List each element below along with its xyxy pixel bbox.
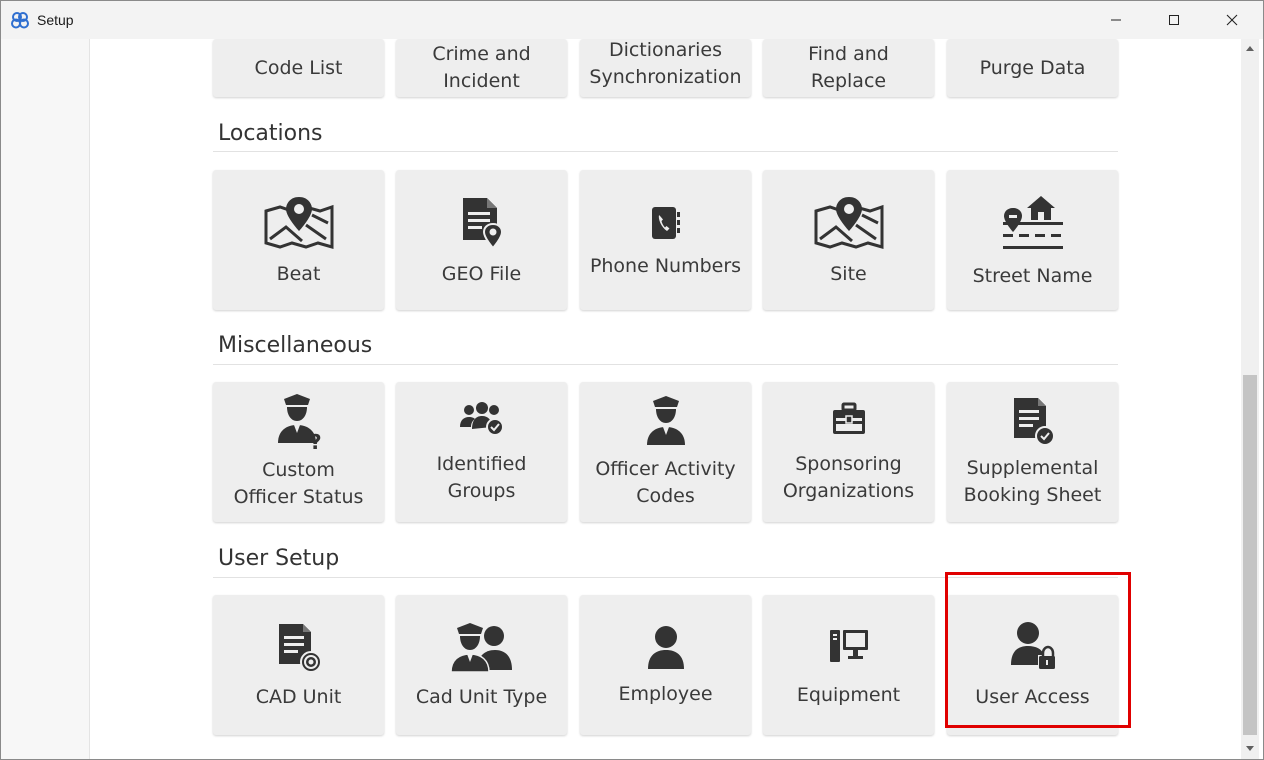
tile-label: Employee — [618, 682, 713, 705]
officer-icon — [628, 394, 704, 450]
setup-content: Code List Crime and Incident Dictionarie… — [90, 39, 1240, 759]
tile-label: Custom Officer Status — [233, 459, 364, 508]
tile-officer-activity-codes[interactable]: Officer Activity Codes — [580, 382, 751, 522]
tile-cad-unit-type[interactable]: Cad Unit Type — [396, 595, 567, 735]
tile-label: Officer Activity Codes — [595, 458, 736, 507]
close-icon — [1226, 14, 1238, 26]
tile-crime-and-incident[interactable]: Crime and Incident — [396, 39, 567, 97]
tile-street-name[interactable]: Street Name — [947, 170, 1118, 310]
tile-label: Street Name — [972, 264, 1093, 287]
group-check-icon — [444, 399, 520, 439]
tile-label: Dictionaries Synchronization — [589, 39, 742, 88]
geo-file-icon — [444, 193, 520, 253]
tile-label: Equipment — [796, 683, 901, 706]
computer-icon — [811, 622, 887, 670]
tile-phone-numbers[interactable]: Phone Numbers — [580, 170, 751, 310]
tile-label: CAD Unit — [255, 685, 342, 708]
section-title-locations: Locations — [218, 121, 323, 146]
tile-label: Sponsoring Organizations — [782, 453, 915, 502]
tile-equipment[interactable]: Equipment — [763, 595, 934, 735]
tile-dictionaries-synchronization[interactable]: Dictionaries Synchronization — [580, 39, 751, 97]
tile-identified-groups[interactable]: Identified Groups — [396, 382, 567, 522]
close-button[interactable] — [1203, 1, 1261, 39]
tile-employee[interactable]: Employee — [580, 595, 751, 735]
map-pin-icon — [811, 193, 887, 253]
document-gear-icon — [261, 620, 337, 676]
tile-cad-unit[interactable]: CAD Unit — [213, 595, 384, 735]
tile-label: User Access — [975, 685, 1090, 708]
briefcase-icon — [811, 399, 887, 439]
setup-window: Setup Code List Crime and Incident Dicti… — [0, 0, 1264, 760]
user-lock-icon — [995, 620, 1071, 672]
svg-text:?: ? — [310, 430, 322, 451]
tile-label: GEO File — [441, 262, 522, 285]
tile-label: Crime and Incident — [432, 43, 531, 92]
app-logo-icon — [11, 12, 29, 29]
section-title-miscellaneous: Miscellaneous — [218, 333, 373, 358]
document-check-icon — [995, 395, 1071, 449]
tile-label: Site — [830, 262, 867, 285]
section-divider — [213, 151, 1118, 152]
tile-custom-officer-status[interactable]: ? Custom Officer Status — [213, 382, 384, 522]
title-bar: Setup — [1, 1, 1263, 39]
tile-beat[interactable]: Beat — [213, 170, 384, 310]
tile-geo-file[interactable]: GEO File — [396, 170, 567, 310]
phone-book-icon — [628, 201, 704, 245]
tile-label: Beat — [276, 262, 321, 285]
scrollbar-thumb[interactable] — [1243, 375, 1257, 735]
tile-label: Cad Unit Type — [415, 685, 548, 708]
vertical-scrollbar[interactable] — [1241, 39, 1259, 759]
tile-site[interactable]: Site — [763, 170, 934, 310]
tile-purge-data[interactable]: Purge Data — [947, 39, 1118, 97]
map-pin-icon — [261, 193, 337, 253]
minimize-button[interactable] — [1087, 1, 1145, 39]
tile-user-access[interactable]: User Access — [947, 595, 1118, 735]
officer-pair-icon — [444, 620, 520, 676]
section-title-user-setup: User Setup — [218, 546, 340, 571]
officer-question-icon: ? — [261, 393, 337, 451]
minimize-icon — [1111, 19, 1121, 21]
user-icon — [628, 623, 704, 673]
maximize-icon — [1169, 15, 1179, 25]
section-divider — [213, 364, 1118, 365]
tile-label: Find and Replace — [808, 43, 889, 92]
scroll-up-icon[interactable] — [1246, 46, 1254, 51]
tile-supplemental-booking-sheet[interactable]: Supplemental Booking Sheet — [947, 382, 1118, 522]
tile-find-and-replace[interactable]: Find and Replace — [763, 39, 934, 97]
tile-label: Identified Groups — [436, 453, 527, 502]
tile-label: Phone Numbers — [589, 254, 742, 277]
tile-code-list[interactable]: Code List — [213, 39, 384, 97]
tile-sponsoring-organizations[interactable]: Sponsoring Organizations — [763, 382, 934, 522]
street-house-icon — [995, 191, 1071, 255]
window-title: Setup — [37, 12, 74, 28]
section-divider — [213, 577, 1118, 578]
left-pane — [1, 39, 90, 759]
tile-label: Purge Data — [979, 56, 1086, 79]
scroll-down-icon[interactable] — [1246, 746, 1254, 751]
tile-label: Code List — [254, 56, 343, 79]
tile-label: Supplemental Booking Sheet — [963, 457, 1102, 506]
maximize-button[interactable] — [1145, 1, 1203, 39]
